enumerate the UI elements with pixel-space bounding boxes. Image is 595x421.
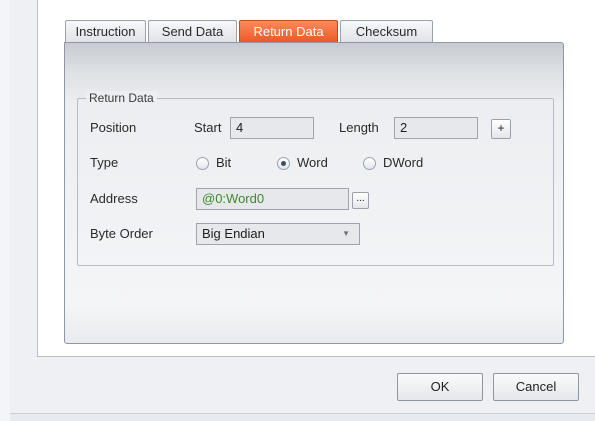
address-browse-button[interactable]: ...	[352, 192, 369, 209]
length-label: Length	[339, 120, 379, 135]
length-input[interactable]: 2	[394, 117, 478, 139]
radio-dword[interactable]	[363, 157, 376, 170]
radio-dword-label: DWord	[383, 155, 424, 170]
address-label: Address	[90, 191, 138, 206]
radio-bit-label: Bit	[216, 155, 232, 170]
start-label: Start	[194, 120, 222, 135]
byte-order-select[interactable]: Big Endian ▼	[196, 223, 360, 245]
tab-send-data[interactable]: Send Data	[148, 20, 237, 42]
radio-selected-dot	[281, 161, 286, 166]
add-position-button[interactable]: +	[491, 119, 511, 139]
radio-word-label: Word	[297, 155, 328, 170]
group-title: Return Data	[86, 91, 157, 105]
return-data-group: Return Data Position Start 4 Length 2 + …	[77, 91, 554, 266]
chevron-down-icon: ▼	[342, 229, 350, 238]
footer-bar	[10, 414, 595, 421]
cancel-button[interactable]: Cancel	[493, 373, 579, 401]
tab-panel-return-data: Return Data Position Start 4 Length 2 + …	[64, 42, 564, 344]
position-label: Position	[90, 120, 137, 135]
byte-order-value: Big Endian	[202, 226, 265, 241]
start-input[interactable]: 4	[230, 117, 314, 139]
tab-return-data[interactable]: Return Data	[239, 20, 338, 42]
radio-bit[interactable]	[196, 157, 209, 170]
tab-instruction[interactable]: Instruction	[65, 20, 146, 42]
dialog: Instruction Send Data Return Data Checks…	[10, 0, 595, 421]
tab-checksum[interactable]: Checksum	[340, 20, 433, 42]
radio-word[interactable]	[277, 157, 290, 170]
address-input[interactable]: @0:Word0	[196, 188, 349, 210]
ok-button[interactable]: OK	[397, 373, 483, 401]
type-label: Type	[90, 155, 119, 170]
byte-order-label: Byte Order	[90, 226, 153, 241]
